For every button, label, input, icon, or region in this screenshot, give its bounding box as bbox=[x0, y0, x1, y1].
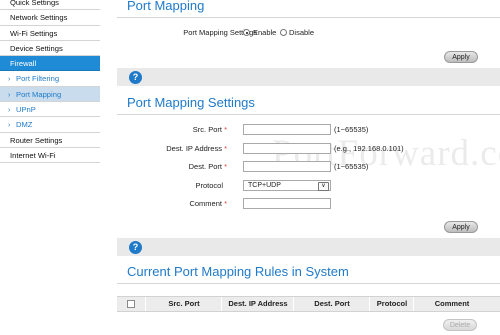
chevron-right-icon: › bbox=[8, 107, 11, 115]
required-mark: * bbox=[224, 162, 227, 171]
enable-radio[interactable] bbox=[243, 29, 250, 36]
sidebar-item-wifi-settings[interactable]: Wi-Fi Settings bbox=[0, 25, 100, 41]
disable-radio[interactable] bbox=[280, 29, 287, 36]
dest-port-label: Dest. Port * bbox=[188, 162, 227, 171]
delete-button[interactable]: Delete bbox=[443, 319, 477, 331]
sidebar-item-router-settings[interactable]: Router Settings bbox=[0, 132, 100, 148]
select-all-checkbox[interactable] bbox=[127, 300, 135, 308]
required-mark: * bbox=[224, 199, 227, 208]
comment-input[interactable] bbox=[243, 198, 331, 209]
sidebar-item-quick-settings[interactable]: Quick Settings bbox=[0, 0, 100, 11]
sidebar-item-firewall[interactable]: Firewall bbox=[0, 56, 100, 72]
page-title: Port Mapping bbox=[127, 0, 205, 13]
dest-ip-label: Dest. IP Address * bbox=[166, 144, 227, 153]
sidebar-item-port-mapping[interactable]: › Port Mapping bbox=[0, 86, 100, 103]
section-title-current-rules: Current Port Mapping Rules in System bbox=[127, 264, 349, 279]
chevron-down-icon[interactable]: ∨ bbox=[318, 182, 329, 191]
column-header-protocol: Protocol bbox=[369, 297, 414, 311]
column-header-dest-ip: Dest. IP Address bbox=[221, 297, 294, 311]
sidebar-item-port-filtering[interactable]: › Port Filtering bbox=[0, 71, 100, 87]
sidebar-item-label: DMZ bbox=[16, 120, 33, 130]
help-icon[interactable]: ? bbox=[129, 240, 142, 254]
divider bbox=[117, 283, 500, 284]
help-bar: ? bbox=[117, 238, 500, 256]
protocol-value: TCP+UDP bbox=[248, 182, 281, 189]
sidebar-item-internet-wifi[interactable]: Internet Wi-Fi bbox=[0, 147, 100, 164]
main-content: Port Mapping Port Mapping Settings Enabl… bbox=[117, 0, 500, 335]
enable-label: Enable bbox=[253, 28, 277, 37]
src-port-input[interactable] bbox=[243, 124, 331, 135]
src-port-label: Src. Port * bbox=[192, 125, 227, 134]
section-title-port-mapping-settings: Port Mapping Settings bbox=[127, 95, 255, 110]
sidebar-item-label: UPnP bbox=[16, 105, 36, 115]
port-mapping-settings-label: Port Mapping Settings bbox=[183, 28, 257, 37]
sidebar-item-label: Port Filtering bbox=[16, 74, 60, 84]
src-port-hint: (1~65535) bbox=[334, 125, 369, 134]
divider bbox=[117, 17, 500, 18]
column-header-comment: Comment bbox=[413, 297, 490, 311]
column-header-src-port: Src. Port bbox=[145, 297, 222, 311]
chevron-right-icon: › bbox=[8, 76, 11, 84]
protocol-select[interactable]: TCP+UDP ∨ bbox=[243, 180, 331, 191]
sidebar-item-upnp[interactable]: › UPnP bbox=[0, 102, 100, 118]
chevron-right-icon: › bbox=[8, 91, 11, 99]
required-mark: * bbox=[224, 144, 227, 153]
divider bbox=[117, 114, 500, 115]
dest-port-input[interactable] bbox=[243, 161, 331, 172]
help-icon[interactable]: ? bbox=[129, 70, 142, 84]
comment-label: Comment * bbox=[189, 199, 227, 208]
column-header-dest-port: Dest. Port bbox=[293, 297, 370, 311]
disable-label: Disable bbox=[289, 28, 315, 37]
help-bar: ? bbox=[117, 68, 500, 86]
apply-button[interactable]: Apply bbox=[444, 51, 478, 63]
dest-ip-hint: (e.g., 192.168.0.101) bbox=[334, 144, 404, 153]
rules-table-header: Src. Port Dest. IP Address Dest. Port Pr… bbox=[117, 296, 500, 312]
sidebar-item-network-settings[interactable]: Network Settings bbox=[0, 10, 100, 26]
sidebar-item-dmz[interactable]: › DMZ bbox=[0, 117, 100, 133]
sidebar: Quick Settings Network Settings Wi-Fi Se… bbox=[0, 0, 100, 164]
required-mark: * bbox=[224, 125, 227, 134]
chevron-right-icon: › bbox=[8, 122, 11, 130]
dest-port-hint: (1~65535) bbox=[334, 162, 369, 171]
dest-ip-input[interactable] bbox=[243, 143, 331, 154]
protocol-label: Protocol bbox=[195, 181, 223, 190]
sidebar-item-label: Port Mapping bbox=[16, 89, 62, 99]
apply-button[interactable]: Apply bbox=[444, 221, 478, 233]
sidebar-item-device-settings[interactable]: Device Settings bbox=[0, 40, 100, 57]
